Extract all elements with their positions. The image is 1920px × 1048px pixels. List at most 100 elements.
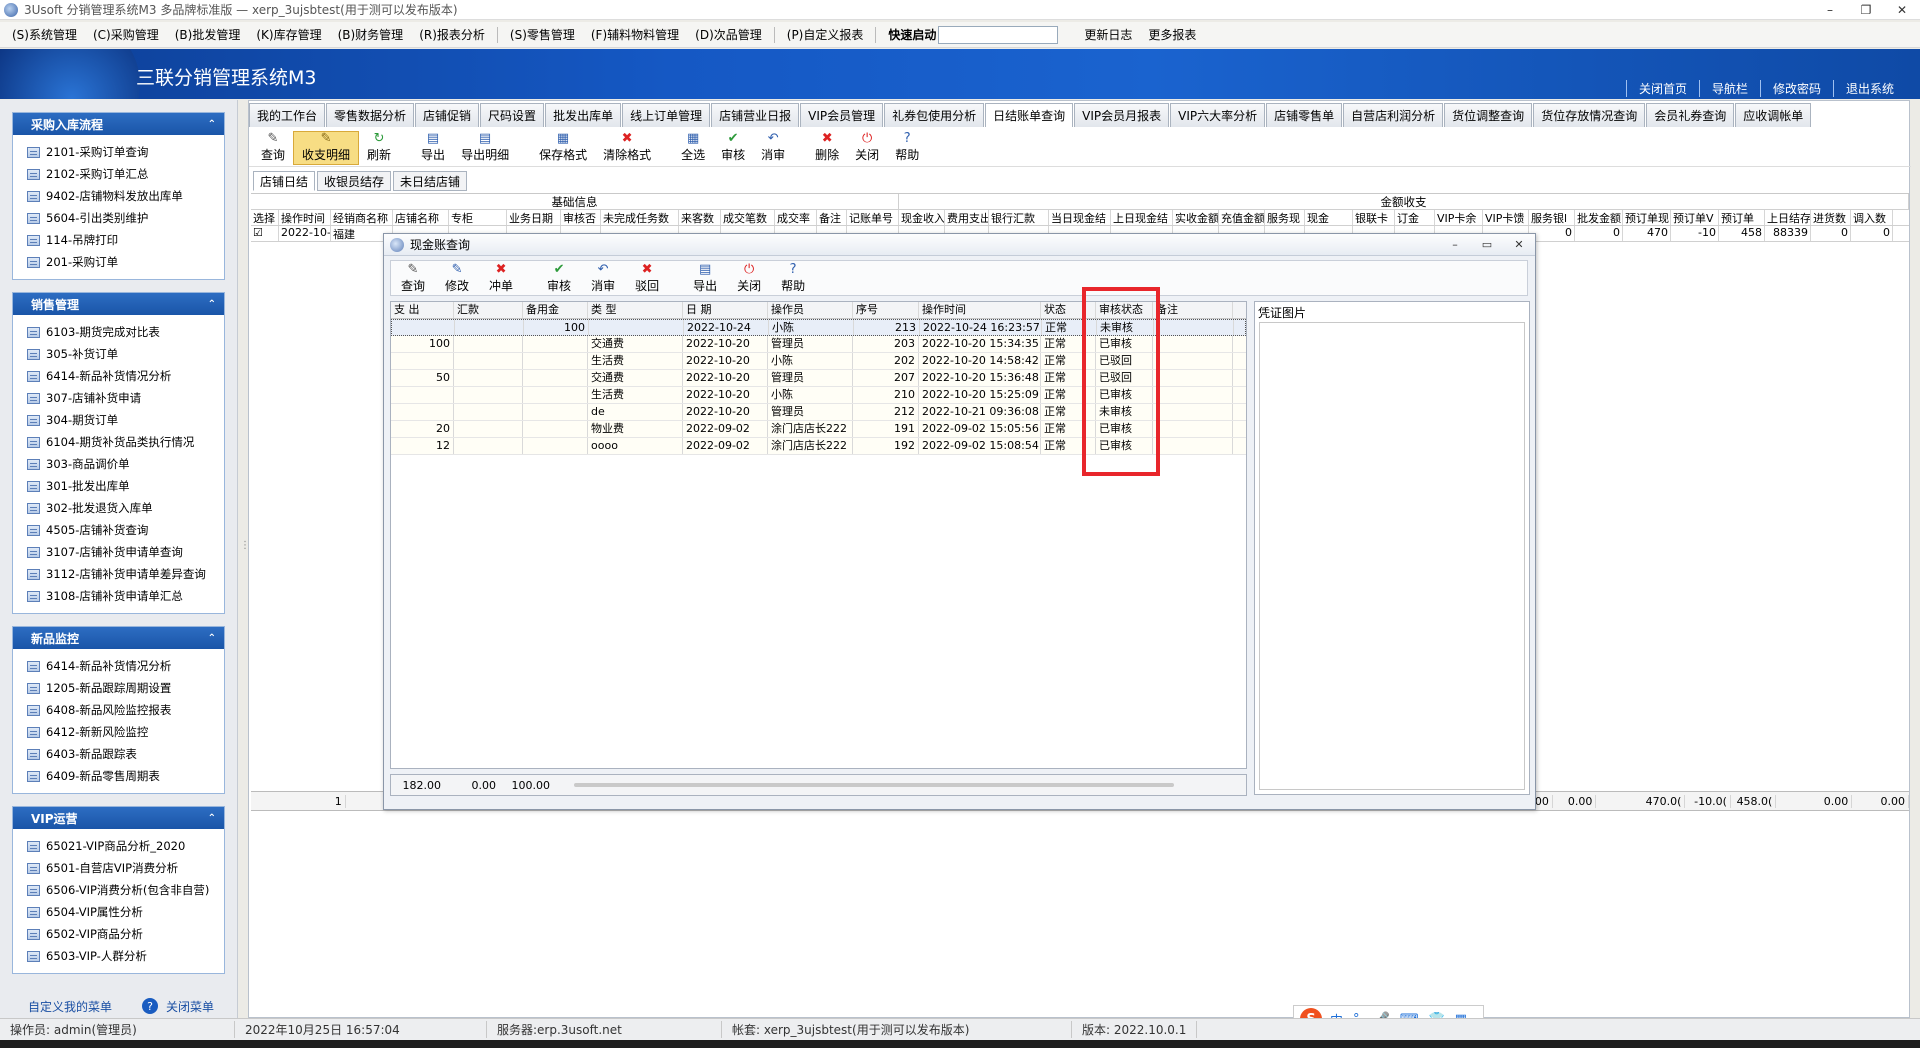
module-tab[interactable]: 批发出库单 [545, 103, 622, 127]
sidebar-item[interactable]: 9402-店铺物料发放出库单 [27, 185, 224, 207]
column-header[interactable]: 银行汇款 [989, 210, 1049, 225]
sidebar-item[interactable]: 1205-新品跟踪周期设置 [27, 677, 224, 699]
toolbar-button[interactable]: ▤ 导出 [413, 131, 453, 165]
toolbar-button[interactable]: ✎ 收支明细 [293, 130, 360, 165]
module-tab[interactable]: 尺码设置 [480, 103, 545, 127]
panel-header[interactable]: 新品监控 ⌃ [13, 627, 224, 649]
maximize-icon[interactable]: ▭ [1471, 238, 1503, 251]
module-tab[interactable]: 店铺促销 [415, 103, 480, 127]
column-header[interactable]: 上日结存 [1765, 210, 1811, 225]
toolbar-button[interactable]: ✎ 修改 [435, 261, 479, 295]
sidebar-item[interactable]: 6506-VIP消费分析(包含非自营) [27, 879, 224, 901]
close-icon[interactable]: ✕ [1503, 238, 1535, 251]
panel-header[interactable]: 采购入库流程 ⌃ [13, 113, 224, 135]
column-header[interactable]: 预订单V [1671, 210, 1719, 225]
column-header[interactable]: 经销商名称 [331, 210, 393, 225]
toolbar-button[interactable]: ✔ 审核 [537, 261, 581, 295]
column-header[interactable]: 备用金 [523, 302, 588, 318]
column-header[interactable]: VIP卡余 [1435, 210, 1483, 225]
sidebar-item[interactable]: 6501-自营店VIP消费分析 [27, 857, 224, 879]
sidebar-item[interactable]: 2102-采购订单汇总 [27, 163, 224, 185]
column-header[interactable]: 备注 [817, 210, 847, 225]
sidebar-item[interactable]: 6503-VIP-人群分析 [27, 945, 224, 967]
module-tab[interactable]: 应收调帐单 [1735, 103, 1812, 127]
module-tab[interactable]: VIP会员月报表 [1074, 103, 1170, 127]
column-header[interactable]: 现金收入 [899, 210, 945, 225]
module-tab[interactable]: 线上订单管理 [622, 103, 711, 127]
toolbar-button[interactable]: ? 帮助 [887, 131, 927, 165]
column-header[interactable]: 实收金额 [1173, 210, 1219, 225]
column-header[interactable]: 订金 [1395, 210, 1435, 225]
module-tab[interactable]: VIP会员管理 [800, 103, 884, 127]
column-header[interactable]: 选择 [251, 210, 279, 225]
sidebar-item[interactable]: 201-采购订单 [27, 251, 224, 273]
column-header[interactable]: 序号 [853, 302, 919, 318]
module-tab[interactable]: 日结账单查询 [985, 103, 1074, 127]
column-header[interactable]: 业务日期 [507, 210, 561, 225]
collapse-icon[interactable]: ⌃ [208, 633, 216, 644]
column-header[interactable]: 店铺名称 [393, 210, 449, 225]
menu-finance[interactable]: (B)财务管理 [330, 26, 412, 43]
sidebar-item[interactable]: 6412-新新风险监控 [27, 721, 224, 743]
sidebar-item[interactable]: 6502-VIP商品分析 [27, 923, 224, 945]
toolbar-button[interactable]: ▤ 导出明细 [453, 131, 517, 165]
column-header[interactable]: 服务现 [1265, 210, 1305, 225]
menu-materials[interactable]: (F)辅料物料管理 [583, 26, 687, 43]
column-header[interactable]: 进货数 [1811, 210, 1851, 225]
sub-tab[interactable]: 收银员结存 [317, 171, 392, 191]
navbar-link[interactable]: 导航栏 [1698, 80, 1760, 97]
menu-purchase[interactable]: (C)采购管理 [85, 26, 167, 43]
module-tab[interactable]: 自营店利润分析 [1343, 103, 1444, 127]
column-header[interactable]: 操作时间 [919, 302, 1041, 318]
sidebar-item[interactable]: 65021-VIP商品分析_2020 [27, 835, 224, 857]
sidebar-item[interactable]: 6104-期货补货品类执行情况 [27, 431, 224, 453]
menu-retail[interactable]: (S)零售管理 [502, 26, 583, 43]
column-header[interactable]: 来客数 [679, 210, 721, 225]
sidebar-item[interactable]: 114-吊牌打印 [27, 229, 224, 251]
row-checkbox[interactable]: ☑ [251, 226, 279, 241]
toolbar-button[interactable]: ▦ 保存格式 [531, 131, 595, 165]
menu-custom-reports[interactable]: (P)自定义报表 [779, 26, 872, 43]
column-header[interactable]: 充值金额 [1219, 210, 1265, 225]
menu-inventory[interactable]: (K)库存管理 [248, 26, 329, 43]
column-header[interactable]: 审核否 [561, 210, 601, 225]
module-tab[interactable]: 货位调整查询 [1444, 103, 1533, 127]
custom-menu-link[interactable]: 自定义我的菜单 [28, 998, 112, 1015]
toolbar-button[interactable]: ✖ 驳回 [625, 261, 669, 295]
sidebar-item[interactable]: 6408-新品风险监控报表 [27, 699, 224, 721]
minimize-icon[interactable]: – [1439, 238, 1471, 251]
more-reports-link[interactable]: 更多报表 [1140, 26, 1204, 43]
toolbar-button[interactable]: ✔ 审核 [713, 131, 753, 165]
module-tab[interactable]: VIP六大率分析 [1170, 103, 1266, 127]
column-header[interactable]: 上日现金结 [1111, 210, 1173, 225]
module-tab[interactable]: 店铺零售单 [1266, 103, 1343, 127]
column-header[interactable]: 现金 [1305, 210, 1353, 225]
toolbar-button[interactable]: ✖ 删除 [807, 131, 847, 165]
sidebar-item[interactable]: 301-批发出库单 [27, 475, 224, 497]
module-tab[interactable]: 会员礼券查询 [1646, 103, 1735, 127]
changelog-link[interactable]: 更新日志 [1076, 26, 1140, 43]
sidebar-item[interactable]: 3112-店铺补货申请单差异查询 [27, 563, 224, 585]
module-tab[interactable]: 货位存放情况查询 [1533, 103, 1646, 127]
close-icon[interactable]: ✕ [1884, 3, 1920, 17]
column-header[interactable]: 未完成任务数 [601, 210, 679, 225]
sidebar-item[interactable]: 6414-新品补货情况分析 [27, 655, 224, 677]
sub-tab[interactable]: 店铺日结 [253, 171, 316, 191]
column-header[interactable]: 支 出 [391, 302, 454, 318]
column-header[interactable]: 当日现金结 [1049, 210, 1111, 225]
column-header[interactable]: 费用支出 [945, 210, 989, 225]
change-password-link[interactable]: 修改密码 [1759, 80, 1833, 97]
sidebar-item[interactable]: 6504-VIP属性分析 [27, 901, 224, 923]
toolbar-button[interactable]: ? 帮助 [771, 261, 815, 295]
column-header[interactable]: 银联卡 [1353, 210, 1395, 225]
column-header[interactable]: 批发金额 [1575, 210, 1623, 225]
column-header[interactable]: 操作员 [768, 302, 853, 318]
help-icon[interactable]: ? [142, 998, 159, 1014]
column-header[interactable]: 操作时间 [279, 210, 331, 225]
close-home-link[interactable]: 关闭首页 [1625, 80, 1699, 97]
restore-icon[interactable]: ❐ [1848, 3, 1884, 17]
quick-start-input[interactable] [938, 25, 1059, 44]
close-menu-link[interactable]: 关闭菜单 [166, 998, 214, 1015]
menu-defective[interactable]: (D)次品管理 [687, 26, 770, 43]
sidebar-item[interactable]: 3108-店铺补货申请单汇总 [27, 585, 224, 607]
